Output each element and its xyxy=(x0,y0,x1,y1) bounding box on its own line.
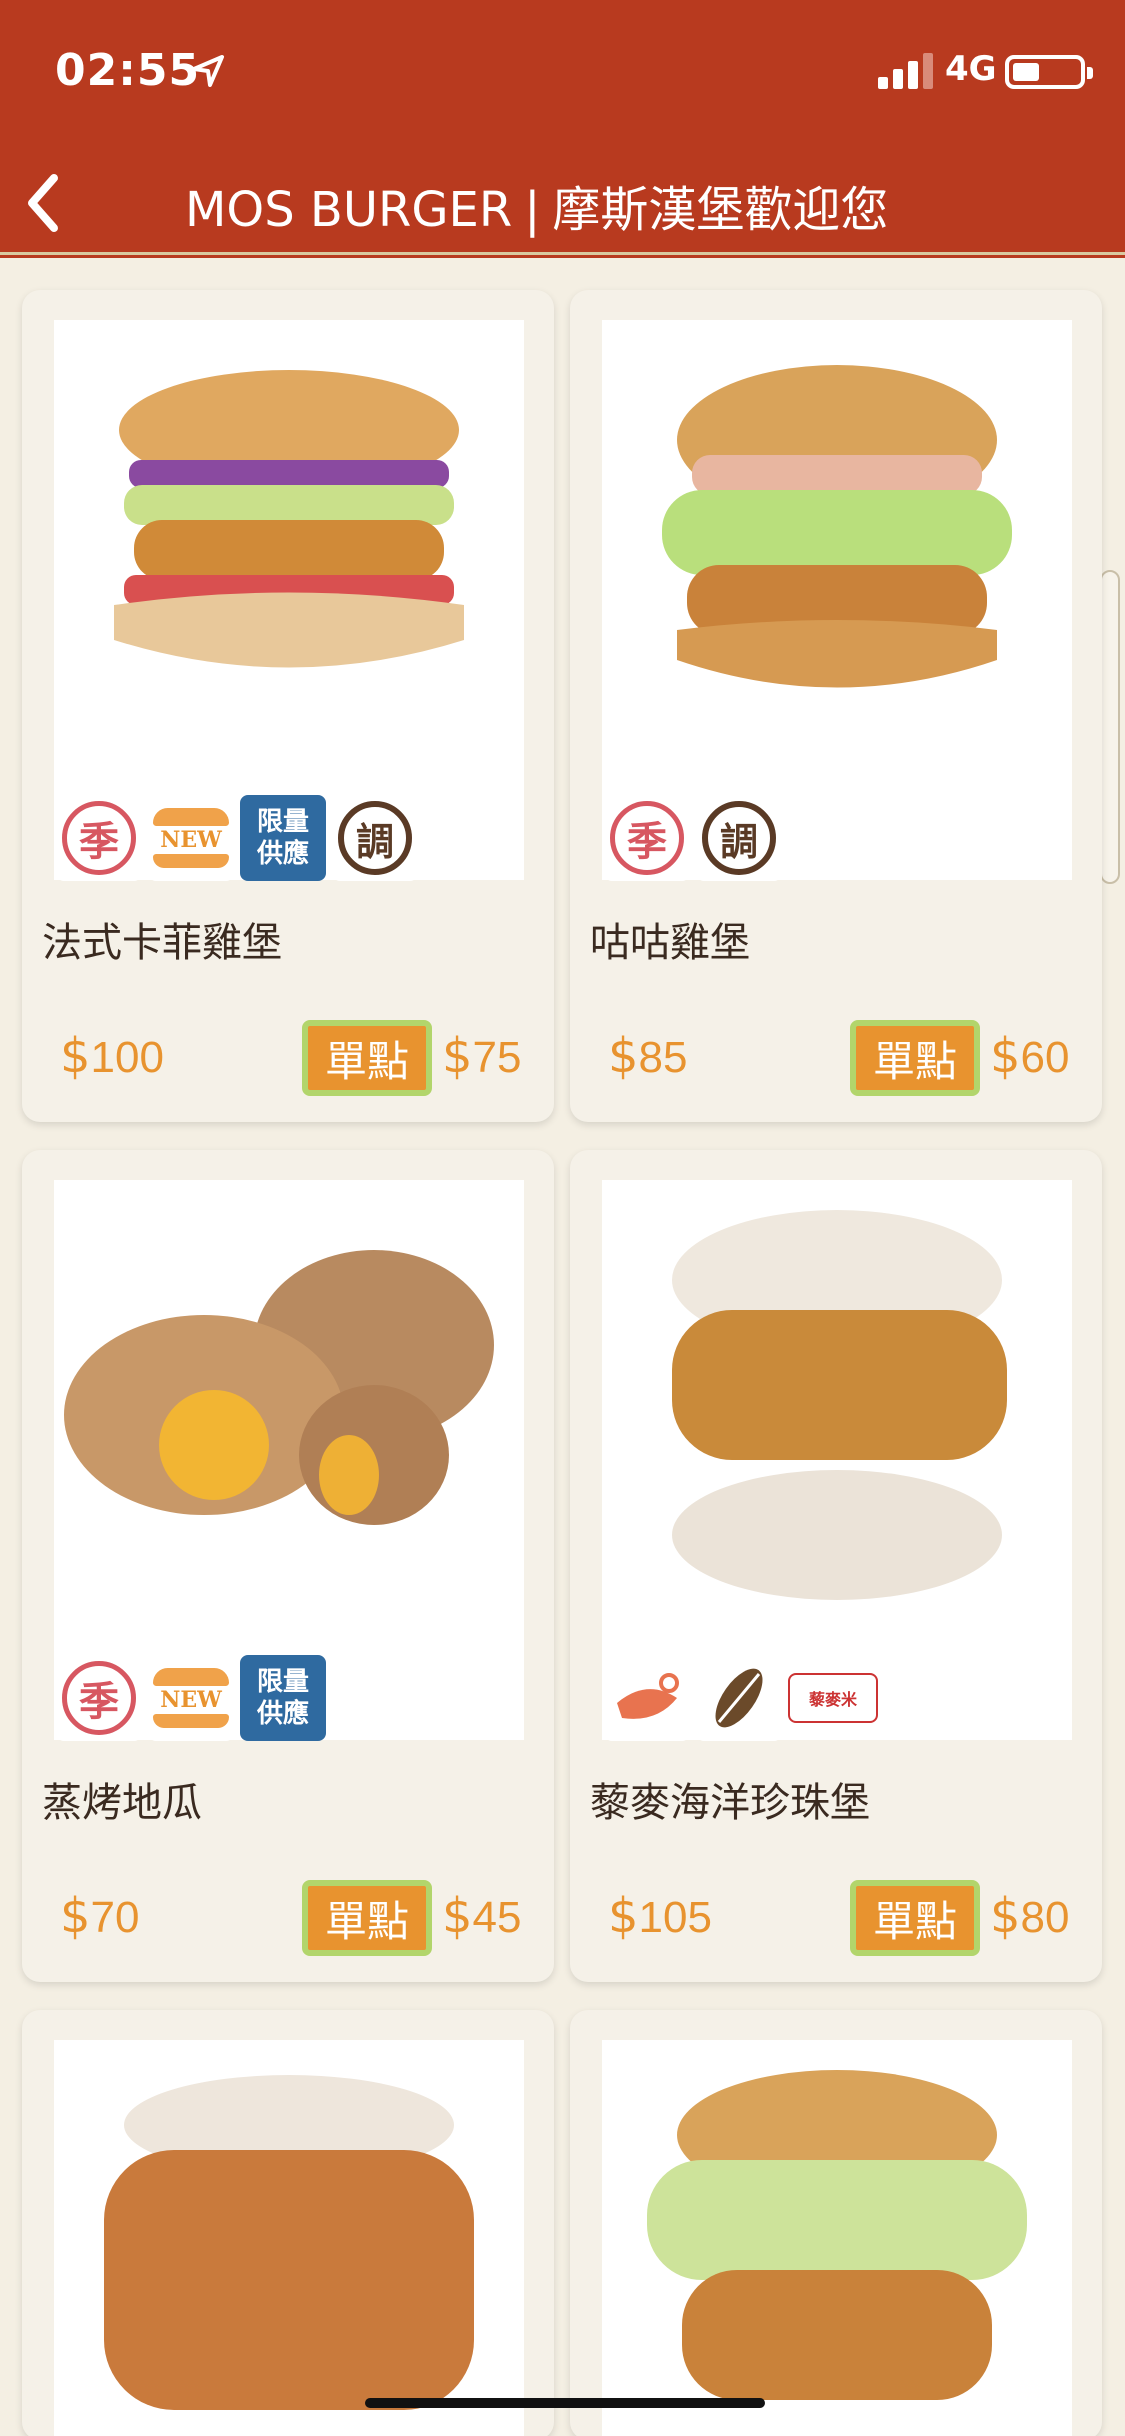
single-price: $60 xyxy=(990,1028,1070,1084)
menu-card[interactable] xyxy=(22,2010,554,2436)
price-row: $70 單點 $45 xyxy=(42,1880,542,1960)
burger-image xyxy=(647,2070,1027,2400)
burger-photo xyxy=(54,2040,524,2436)
item-name: 咕咕雞堡 xyxy=(590,920,750,966)
single-order-button[interactable]: 單點 xyxy=(302,1880,432,1956)
adjust-badge: 調 xyxy=(332,795,418,881)
badge-row: 季 NEW 限量 供應 xyxy=(56,1655,326,1745)
title-separator: | xyxy=(524,182,541,238)
location-arrow-icon xyxy=(192,55,224,87)
single-order-button[interactable]: 單點 xyxy=(850,1020,980,1096)
single-order-button[interactable]: 單點 xyxy=(850,1880,980,1956)
set-price: $105 xyxy=(608,1888,712,1944)
battery-icon xyxy=(1005,55,1093,89)
menu-card[interactable]: 藜麥米 藜麥海洋珍珠堡 $105 單點 $80 xyxy=(570,1150,1102,1982)
quinoa-badge: 藜麥米 xyxy=(788,1673,878,1723)
single-price: $80 xyxy=(990,1888,1070,1944)
menu-card[interactable]: 季 NEW 限量 供應 蒸烤地瓜 $70 單點 $45 xyxy=(22,1150,554,1982)
item-name: 法式卡菲雞堡 xyxy=(42,920,282,966)
page-title: MOS BURGER | 摩斯漢堡歡迎您 xyxy=(185,170,945,240)
badge-row: 藜麥米 xyxy=(604,1655,878,1745)
grain-icon xyxy=(696,1655,782,1741)
header-divider xyxy=(0,252,1125,255)
status-time: 02:55 xyxy=(55,45,201,96)
set-price: $100 xyxy=(60,1028,164,1084)
price-row: $105 單點 $80 xyxy=(590,1880,1090,1960)
single-price: $45 xyxy=(442,1888,522,1944)
season-badge: 季 xyxy=(604,795,690,881)
signal-icon xyxy=(878,53,933,89)
title-chinese: 摩斯漢堡歡迎您 xyxy=(552,182,889,238)
rice-burger-image xyxy=(104,2075,474,2410)
status-bar: 02:55 4G xyxy=(0,45,1125,96)
badge-row: 季 NEW 限量 供應 調 xyxy=(56,795,418,885)
single-price: $75 xyxy=(442,1028,522,1084)
item-name: 藜麥海洋珍珠堡 xyxy=(590,1780,870,1826)
scrollbar[interactable] xyxy=(1100,570,1120,884)
menu-card[interactable]: 季 NEW 限量 供應 調 法式卡菲雞堡 $100 單點 $75 xyxy=(22,290,554,1122)
burger-photo xyxy=(602,2040,1072,2436)
adjust-badge: 調 xyxy=(696,795,782,881)
badge-row: 季 調 xyxy=(604,795,782,885)
new-badge: NEW xyxy=(148,795,234,881)
set-price: $85 xyxy=(608,1028,688,1084)
network-type: 4G xyxy=(945,49,997,89)
season-badge: 季 xyxy=(56,795,142,881)
price-row: $85 單點 $60 xyxy=(590,1020,1090,1100)
title-english: MOS BURGER xyxy=(185,182,513,238)
home-indicator[interactable] xyxy=(365,2398,765,2408)
nav-bar: MOS BURGER | 摩斯漢堡歡迎您 xyxy=(0,160,1125,240)
seafood-icon xyxy=(604,1655,690,1741)
set-price: $70 xyxy=(60,1888,140,1944)
new-badge: NEW xyxy=(148,1655,234,1741)
price-row: $100 單點 $75 xyxy=(42,1020,542,1100)
single-order-button[interactable]: 單點 xyxy=(302,1020,432,1096)
menu-card[interactable] xyxy=(570,2010,1102,2436)
back-chevron-icon[interactable] xyxy=(18,168,68,238)
item-name: 蒸烤地瓜 xyxy=(42,1780,202,1826)
limited-badge: 限量 供應 xyxy=(240,795,326,881)
limited-badge: 限量 供應 xyxy=(240,1655,326,1741)
app-header: 02:55 4G MOS BURGER | 摩斯漢堡歡迎您 xyxy=(0,0,1125,258)
menu-card[interactable]: 季 調 咕咕雞堡 $85 單點 $60 xyxy=(570,290,1102,1122)
season-badge: 季 xyxy=(56,1655,142,1741)
